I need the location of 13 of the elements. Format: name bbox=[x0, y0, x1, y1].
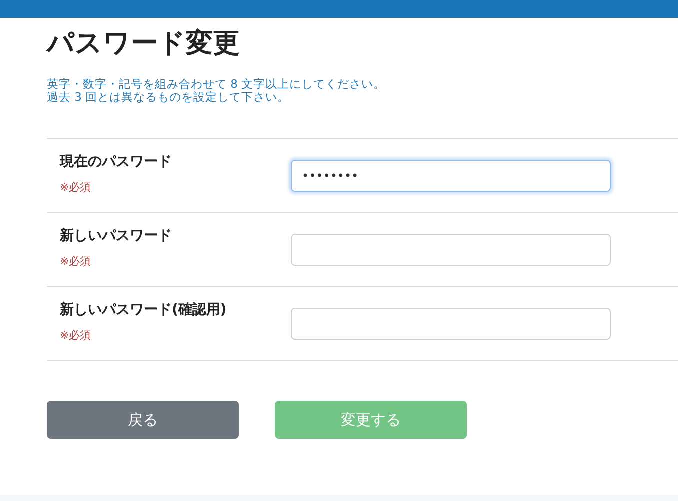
required-note: ※必須 bbox=[60, 181, 92, 195]
required-note: ※必須 bbox=[60, 255, 92, 269]
field-label: 新しいパスワード(確認用) bbox=[60, 301, 227, 319]
required-note: ※必須 bbox=[60, 329, 92, 343]
instruction-text: 英字・数字・記号を組み合わせて 8 文字以上にしてください。 bbox=[47, 78, 387, 91]
field-label: 新しいパスワード bbox=[60, 227, 172, 245]
page-title: パスワード変更 bbox=[47, 27, 241, 61]
field-label: 現在のパスワード bbox=[60, 153, 172, 171]
instruction-text: 過去 3 回とは異なるものを設定して下さい。 bbox=[47, 91, 291, 104]
back-button[interactable]: 戻る bbox=[47, 401, 239, 439]
password-field[interactable]: •••••••• bbox=[291, 160, 611, 192]
password-field[interactable] bbox=[291, 234, 611, 266]
password-field[interactable] bbox=[291, 308, 611, 340]
